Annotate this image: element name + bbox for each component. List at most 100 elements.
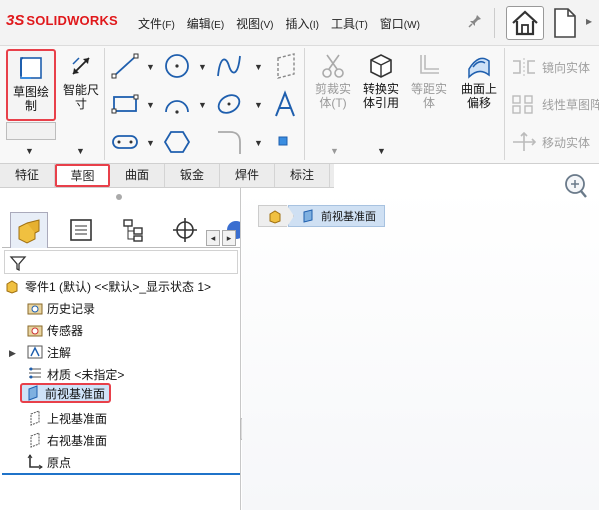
linear-pattern-button[interactable]: 线性草图阵 (510, 94, 599, 114)
offset-surface-label-2: 偏移 (466, 96, 491, 110)
slot-tool[interactable] (110, 128, 140, 156)
ribbon-separator (304, 48, 305, 160)
expand-arrow-icon[interactable]: ▶ (9, 348, 16, 359)
history-label: 历史记录 (47, 301, 96, 316)
tab-property-manager[interactable] (62, 212, 100, 248)
line-dropdown-icon[interactable]: ▼ (146, 62, 155, 72)
rectangle-dropdown-icon[interactable]: ▼ (146, 100, 155, 110)
solidworks-logo[interactable]: 3S SOLIDWORKS (6, 12, 118, 29)
menu-view[interactable]: 视图(V) (236, 15, 273, 32)
sketch-expand-icon[interactable]: ▼ (25, 146, 34, 156)
crosshair-icon (173, 218, 197, 242)
home-icon (512, 10, 538, 36)
material-label: 材质 <未指定> (47, 367, 125, 382)
slot-dropdown-icon[interactable]: ▼ (146, 138, 155, 148)
menu-window[interactable]: 窗口(W) (380, 15, 420, 32)
arc-dropdown-icon[interactable]: ▼ (198, 100, 207, 110)
tab-dimxpert-manager[interactable] (166, 212, 204, 248)
offset-icon (420, 55, 439, 74)
polygon-tool[interactable] (162, 128, 192, 156)
text-tool[interactable] (270, 90, 300, 118)
tab-weldments[interactable]: 焊件 (220, 164, 275, 187)
tree-item-material[interactable]: 材质 <未指定> (26, 364, 124, 384)
panel-scroll-right[interactable]: ▸ (222, 230, 236, 246)
graphics-area[interactable] (242, 188, 599, 510)
offset-entities-button[interactable]: 等距实 体 (404, 49, 454, 121)
arc-tool[interactable] (162, 90, 192, 118)
plane-tool[interactable] (270, 52, 300, 80)
tab-sheet-metal[interactable]: 钣金 (165, 164, 220, 187)
plane-icon (26, 409, 44, 427)
chevron-right-icon[interactable]: ▸ (586, 14, 592, 28)
spline-tool[interactable] (214, 52, 244, 80)
tree-item-sensors[interactable]: 传感器 (26, 320, 83, 340)
breadcrumb-part[interactable] (258, 205, 294, 227)
sketch-dropdown-area[interactable] (6, 122, 56, 140)
tree-root-part[interactable]: 零件1 (默认) <<默认>_显示状态 1> (4, 276, 211, 296)
ellipse-tool[interactable] (214, 90, 244, 118)
mirror-entities-button[interactable]: 镜向实体 (510, 58, 590, 76)
convert-entities-button[interactable]: 转换实 体引用 (356, 49, 406, 121)
rollback-bar[interactable] (2, 473, 240, 475)
fillet-tool[interactable] (214, 128, 244, 156)
tree-filter[interactable] (4, 250, 238, 274)
front-plane-label: 前视基准面 (45, 386, 106, 401)
part-icon (4, 277, 22, 295)
history-icon (26, 299, 44, 317)
tab-sketch[interactable]: 草图 (55, 164, 110, 187)
tab-feature-manager[interactable] (10, 212, 48, 248)
sensors-label: 传感器 (47, 323, 84, 338)
menu-edit[interactable]: 编辑(E) (187, 15, 224, 32)
trim-entities-button[interactable]: 剪裁实 体(T) (308, 49, 358, 121)
tree-item-top-plane[interactable]: 上视基准面 (26, 408, 107, 428)
smart-dimension-button[interactable]: 智能尺 寸 (56, 49, 106, 121)
tree-item-history[interactable]: 历史记录 (26, 298, 95, 318)
smart-dimension-label-1: 智能尺 (62, 83, 99, 97)
tree-item-origin[interactable]: 原点 (26, 452, 71, 472)
panel-scroll-left[interactable]: ◂ (206, 230, 220, 246)
new-document-button[interactable] (552, 6, 578, 40)
tab-markup[interactable]: 标注 (275, 164, 330, 187)
sketch-button[interactable]: 草图绘 制 (6, 49, 56, 121)
text-icon (275, 90, 295, 117)
circle-dropdown-icon[interactable]: ▼ (198, 62, 207, 72)
menu-tools[interactable]: 工具(T) (331, 15, 368, 32)
line-icon (111, 53, 139, 79)
point-tool[interactable] (276, 134, 290, 148)
origin-icon (26, 453, 44, 471)
trim-dropdown-icon[interactable]: ▼ (330, 146, 339, 156)
tree-item-front-plane[interactable]: 前视基准面 (20, 383, 112, 403)
panel-grip[interactable] (116, 194, 122, 200)
rectangle-icon (111, 94, 139, 114)
breadcrumb-front-plane[interactable]: 前视基准面 (288, 205, 385, 227)
app-brand-name: SOLIDWORKS (26, 13, 118, 28)
ellipse-dropdown-icon[interactable]: ▼ (254, 100, 263, 110)
zoom-icon[interactable] (562, 172, 588, 198)
tree-item-right-plane[interactable]: 右视基准面 (26, 430, 107, 450)
tab-features[interactable]: 特征 (0, 164, 55, 187)
line-tool[interactable] (110, 52, 140, 80)
fillet-dropdown-icon[interactable]: ▼ (254, 138, 263, 148)
sketch-icon (20, 57, 42, 79)
annotation-icon (26, 343, 44, 361)
convert-label-1: 转换实 (362, 82, 399, 96)
title-bar: 3S SOLIDWORKS 文件(F) 编辑(E) 视图(V) 插入(I) 工具… (0, 0, 599, 46)
spline-dropdown-icon[interactable]: ▼ (254, 62, 263, 72)
move-entities-button[interactable]: 移动实体 (510, 132, 590, 152)
tree-item-annotations[interactable]: 注解 (26, 342, 71, 362)
tab-configuration-manager[interactable] (114, 212, 152, 248)
part-name: 零件1 (默认) <<默认>_显示状态 1> (25, 279, 212, 294)
rectangle-tool[interactable] (110, 90, 140, 118)
trim-icon (322, 54, 344, 78)
offset-on-surface-button[interactable]: 曲面上 偏移 (454, 49, 504, 121)
offset-label-1: 等距实 (410, 82, 447, 96)
pin-icon[interactable] (468, 14, 482, 31)
menu-insert[interactable]: 插入(I) (286, 15, 319, 32)
convert-dropdown-icon[interactable]: ▼ (377, 146, 386, 156)
tab-surfaces[interactable]: 曲面 (110, 164, 165, 187)
menu-file[interactable]: 文件(F) (138, 15, 175, 32)
home-button[interactable] (506, 6, 544, 40)
circle-tool[interactable] (162, 52, 192, 80)
smart-dimension-expand-icon[interactable]: ▼ (76, 146, 85, 156)
trim-label-1: 剪裁实 (314, 82, 351, 96)
